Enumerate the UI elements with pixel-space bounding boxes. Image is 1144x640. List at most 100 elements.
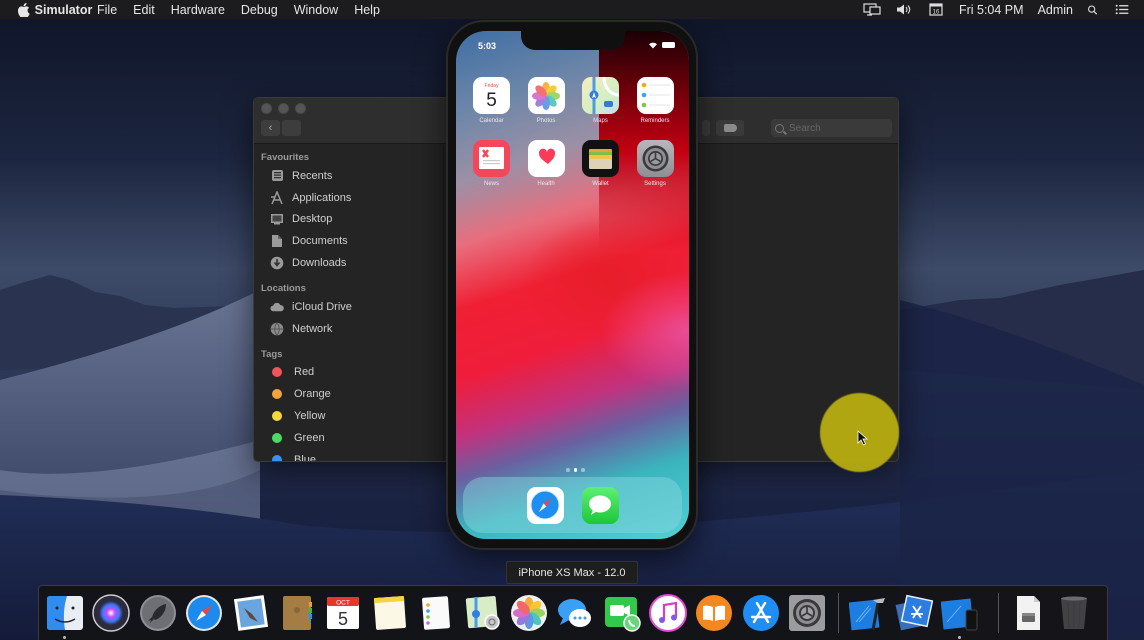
wifi-icon <box>649 42 657 49</box>
sidebar-heading-locations: Locations <box>261 282 306 294</box>
sidebar-item-applications[interactable]: Applications <box>261 187 444 209</box>
sidebar-item-recents[interactable]: Recents <box>261 165 444 187</box>
calendar-icon: OCT 5 <box>327 597 360 629</box>
dock-system-preferences[interactable] <box>788 594 826 632</box>
contacts-book-icon <box>282 596 312 630</box>
sidebar-tag-green[interactable]: Green <box>261 427 444 449</box>
zoom-button[interactable] <box>295 103 306 114</box>
menu-window[interactable]: Window <box>294 3 338 17</box>
menu-clock[interactable]: Fri 5:04 PM <box>959 3 1024 17</box>
airplay-display-icon[interactable] <box>863 3 881 16</box>
ios-app-settings[interactable]: Settings <box>636 140 674 187</box>
apple-menu-icon[interactable] <box>17 2 30 17</box>
calendar-menu-icon[interactable]: 16 <box>927 3 945 16</box>
sidebar-item-desktop[interactable]: Desktop <box>261 209 444 231</box>
finder-sidebar: Favourites Recents Applications Desktop … <box>254 145 444 461</box>
ios-app-photos[interactable]: Photos <box>527 77 565 124</box>
dock-ibooks[interactable] <box>695 594 733 632</box>
dock-safari[interactable] <box>185 594 223 632</box>
app-store-icon <box>742 595 779 631</box>
calendar-app-icon: Friday 5 <box>485 83 499 111</box>
red-tag-dot-icon <box>272 367 282 378</box>
dock-messages[interactable] <box>556 594 594 632</box>
volume-icon[interactable] <box>895 3 913 16</box>
finder-face-icon <box>47 596 83 630</box>
iphone-simulator-window: 5:03 Friday 5 Calendar Photos Maps Remin… <box>446 20 698 550</box>
dock-reminders[interactable] <box>417 594 455 632</box>
dock-simulator[interactable] <box>941 594 979 639</box>
spotlight-search-icon[interactable] <box>1087 3 1101 16</box>
menu-edit[interactable]: Edit <box>133 3 155 17</box>
battery-icon <box>662 42 675 48</box>
sidebar-tag-blue[interactable]: Blue <box>261 449 444 462</box>
ios-app-grid: Friday 5 Calendar Photos Maps Reminders … <box>473 77 674 187</box>
mouse-pointer-icon <box>857 430 869 446</box>
dock-mail[interactable] <box>232 594 270 632</box>
view-options-button[interactable] <box>702 120 710 136</box>
dock-xcode[interactable] <box>848 594 887 632</box>
ios-dock <box>463 477 682 533</box>
sidebar-tag-yellow[interactable]: Yellow <box>261 405 444 427</box>
desktop-icon <box>270 212 284 226</box>
photos-app-icon <box>532 81 560 110</box>
svg-text:16: 16 <box>933 10 940 16</box>
sidebar-item-downloads[interactable]: Downloads <box>261 252 444 274</box>
notes-icon <box>373 595 406 630</box>
app-label: Reminders <box>640 118 670 124</box>
close-button[interactable] <box>261 103 272 114</box>
dock-trash[interactable] <box>1055 594 1093 632</box>
menu-simulator[interactable]: Simulator <box>35 0 93 28</box>
sidebar-item-label: Blue <box>294 453 317 462</box>
menu-debug[interactable]: Debug <box>241 3 278 17</box>
dock-app-store[interactable] <box>742 594 780 632</box>
sidebar-item-label: Orange <box>294 388 331 401</box>
notification-center-icon[interactable] <box>1115 3 1130 16</box>
safari-compass-icon <box>530 490 560 520</box>
sidebar-tag-red[interactable]: Red <box>261 362 444 384</box>
sidebar-tag-orange[interactable]: Orange <box>261 383 444 405</box>
ios-home-screen[interactable]: 5:03 Friday 5 Calendar Photos Maps Remin… <box>456 31 689 539</box>
dock-downloads-stack[interactable] <box>1009 594 1047 632</box>
ios-app-news[interactable]: News <box>473 140 510 187</box>
sidebar-item-documents[interactable]: Documents <box>261 230 444 252</box>
dock-calendar[interactable]: OCT 5 <box>324 594 362 632</box>
finder-search-field[interactable]: Search <box>771 119 892 137</box>
dock-maps[interactable] <box>464 594 502 632</box>
ios-app-health[interactable]: Health <box>527 140 565 187</box>
dock-contacts[interactable] <box>278 594 316 632</box>
menu-help[interactable]: Help <box>354 3 380 17</box>
dock-facetime[interactable] <box>603 594 641 632</box>
dock-launchpad[interactable] <box>139 594 177 632</box>
reminders-list-icon <box>422 596 451 630</box>
ios-app-calendar[interactable]: Friday 5 Calendar <box>473 77 510 124</box>
facetime-icon <box>604 597 641 632</box>
page-dot <box>581 468 585 472</box>
ios-app-wallet[interactable]: Wallet <box>582 140 619 187</box>
dock-photos[interactable] <box>510 594 548 632</box>
menu-hardware[interactable]: Hardware <box>171 3 225 17</box>
minimize-button[interactable] <box>278 103 289 114</box>
dock-application-loader[interactable] <box>895 594 934 632</box>
menu-file[interactable]: File <box>97 3 117 17</box>
ios-dock-safari[interactable] <box>526 486 564 524</box>
ios-app-maps[interactable]: Maps <box>582 77 619 124</box>
trash-icon <box>1061 596 1088 629</box>
dock-itunes[interactable] <box>649 594 688 632</box>
mail-stamp-icon <box>233 595 268 631</box>
tag-button[interactable] <box>716 120 744 136</box>
app-label: Photos <box>536 118 556 124</box>
back-button[interactable]: ‹ <box>261 120 280 136</box>
menu-user[interactable]: Admin <box>1038 3 1073 17</box>
dock-notes[interactable] <box>371 594 409 632</box>
maps-app-icon <box>589 77 619 114</box>
search-icon <box>775 123 784 133</box>
forward-button[interactable] <box>282 120 301 136</box>
page-indicator[interactable] <box>564 468 587 472</box>
ios-dock-messages[interactable] <box>581 486 619 524</box>
sidebar-item-network[interactable]: Network <box>261 318 444 340</box>
system-preferences-gear-icon <box>789 595 826 631</box>
ios-app-reminders[interactable]: Reminders <box>636 77 674 124</box>
dock-siri[interactable] <box>92 594 131 632</box>
dock-finder[interactable] <box>46 594 84 639</box>
sidebar-item-icloud-drive[interactable]: iCloud Drive <box>261 296 444 318</box>
